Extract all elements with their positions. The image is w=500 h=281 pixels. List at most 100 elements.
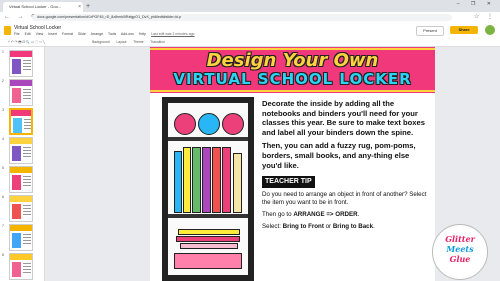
window-controls[interactable]: – ❐ ✕ bbox=[457, 1, 496, 7]
thumbnail-text-line bbox=[23, 269, 31, 270]
thumbnail-text-line bbox=[23, 92, 31, 93]
thumbnail-text-line bbox=[23, 243, 31, 244]
instructions-para1: Decorate the inside by adding all the no… bbox=[262, 99, 425, 137]
browser-menu-icon[interactable]: ☆ ⋮ bbox=[474, 13, 496, 22]
thumbnail-text-line bbox=[23, 176, 31, 177]
filmstrip-slide[interactable]: 1 bbox=[0, 49, 44, 79]
locker-illustration[interactable] bbox=[162, 97, 254, 281]
binder-blue[interactable] bbox=[174, 151, 182, 213]
thumbnail-text-line bbox=[23, 237, 31, 238]
thumbnail-text-line bbox=[23, 89, 31, 90]
filmstrip-slide[interactable]: 3 bbox=[0, 107, 44, 137]
menu-tools[interactable]: Tools bbox=[108, 32, 116, 36]
transition-button[interactable]: Transition bbox=[150, 40, 164, 44]
thumbnail-image bbox=[12, 233, 21, 248]
binder-pink[interactable] bbox=[222, 147, 231, 213]
filmstrip-slide[interactable]: 4 bbox=[0, 136, 44, 166]
present-button[interactable]: Present bbox=[416, 26, 444, 36]
slide-number: 6 bbox=[2, 195, 4, 199]
slide-number: 2 bbox=[2, 79, 4, 83]
menu-insert[interactable]: Insert bbox=[48, 32, 57, 36]
browser-tab-bar: Virtual School Locker - Goo... × + – ❐ ✕ bbox=[0, 0, 500, 12]
last-edit-link[interactable]: Last edit was 2 minutes ago bbox=[151, 32, 194, 36]
slide-title-line1[interactable]: Design Your Own bbox=[150, 50, 435, 71]
menu-format[interactable]: Format bbox=[62, 32, 73, 36]
slide-thumbnail[interactable] bbox=[9, 224, 33, 251]
pompom-pink-2[interactable] bbox=[222, 113, 244, 135]
teacher-tip-select: Select: Bring to Front or Bring to Back. bbox=[262, 223, 430, 231]
slide-thumbnail[interactable] bbox=[9, 195, 33, 222]
slide-thumbnail[interactable] bbox=[9, 108, 33, 135]
thumbnail-text-line bbox=[23, 205, 31, 206]
binder-yellow[interactable] bbox=[183, 147, 191, 213]
filmstrip-slide[interactable]: 6 bbox=[0, 194, 44, 224]
toolbar-slide-options: Background Layout Theme Transition bbox=[92, 39, 171, 46]
filmstrip-slide[interactable]: 7 bbox=[0, 223, 44, 253]
slides-logo-icon[interactable] bbox=[4, 26, 11, 35]
thumbnail-text-line bbox=[23, 211, 31, 212]
filmstrip-slide[interactable]: 2 bbox=[0, 78, 44, 108]
thumbnail-image bbox=[12, 262, 21, 277]
binder-red[interactable] bbox=[212, 147, 221, 213]
slide-canvas[interactable]: Design Your Own VIRTUAL SCHOOL LOCKER De… bbox=[150, 47, 435, 281]
logo-line1: Glitter bbox=[445, 234, 475, 244]
slide-thumbnail[interactable] bbox=[9, 79, 33, 106]
thumbnail-text-line bbox=[23, 156, 31, 157]
stacked-book-light[interactable] bbox=[180, 243, 238, 249]
thumbnail-text-line bbox=[23, 263, 31, 264]
spiral-notebook[interactable] bbox=[233, 153, 242, 213]
menu-help[interactable]: Help bbox=[139, 32, 146, 36]
thumbnail-image bbox=[12, 88, 21, 103]
toolbar-tool-icons[interactable]: + ↶ ↷ 🖶 ⊡ 🔍 ▭ ⬚ ⬭ ╲ bbox=[8, 39, 45, 46]
thumbnail-text-line bbox=[24, 125, 31, 126]
stacked-book-pink[interactable] bbox=[176, 236, 240, 242]
menu-slide[interactable]: Slide bbox=[78, 32, 86, 36]
teacher-tip-arrange: Then go to ARRANGE => ORDER. bbox=[262, 211, 430, 219]
background-button[interactable]: Background bbox=[92, 40, 110, 44]
logo-line3: Glue bbox=[449, 254, 471, 264]
thumbnail-text-line bbox=[23, 240, 31, 241]
thumbnail-text-line bbox=[23, 179, 31, 180]
thumbnail-header bbox=[10, 167, 32, 173]
slides-header: Virtual School Locker File Edit View Ins… bbox=[0, 23, 500, 39]
url-input[interactable]: docs.google.com/presentation/d/1rPGF45_r… bbox=[32, 14, 452, 21]
layout-button[interactable]: Layout bbox=[117, 40, 127, 44]
slide-thumbnail[interactable] bbox=[9, 166, 33, 193]
slide-number: 3 bbox=[2, 108, 4, 112]
menu-file[interactable]: File bbox=[14, 32, 20, 36]
slide-number: 1 bbox=[2, 50, 4, 54]
binder-purple[interactable] bbox=[202, 147, 211, 213]
pompom-blue[interactable] bbox=[198, 113, 220, 135]
browser-tab[interactable]: Virtual School Locker - Goo... × bbox=[3, 2, 83, 12]
document-title[interactable]: Virtual School Locker bbox=[14, 25, 61, 31]
new-tab-icon[interactable]: + bbox=[86, 2, 90, 11]
tab-close-icon[interactable]: × bbox=[78, 2, 81, 12]
editor-toolbar: + ↶ ↷ 🖶 ⊡ 🔍 ▭ ⬚ ⬭ ╲ Background Layout Th… bbox=[0, 39, 500, 47]
filmstrip-slide[interactable]: 8 bbox=[0, 252, 44, 281]
avatar[interactable] bbox=[485, 25, 495, 35]
pompom-pink[interactable] bbox=[174, 113, 196, 135]
binder-green[interactable] bbox=[192, 147, 201, 213]
menu-addons[interactable]: Add-ons bbox=[121, 32, 134, 36]
instructions-text[interactable]: Decorate the inside by adding all the no… bbox=[262, 99, 430, 235]
slide-title-line2[interactable]: VIRTUAL SCHOOL LOCKER bbox=[150, 70, 435, 88]
slide-thumbnail[interactable] bbox=[9, 50, 33, 77]
slide-thumbnail[interactable] bbox=[9, 253, 33, 280]
thumbnail-text-line bbox=[23, 63, 31, 64]
stacked-book-yellow[interactable] bbox=[178, 229, 240, 235]
menu-view[interactable]: View bbox=[36, 32, 44, 36]
banner-stripe-bottom bbox=[150, 90, 435, 92]
slide-number: 4 bbox=[2, 137, 4, 141]
tip-select-prefix: Select: bbox=[262, 222, 283, 230]
tip-select-suffix: . bbox=[373, 222, 375, 230]
thumbnail-text-line bbox=[23, 272, 31, 273]
filmstrip-slide[interactable]: 5 bbox=[0, 165, 44, 195]
fuzzy-rug[interactable] bbox=[174, 253, 242, 269]
slide-number: 8 bbox=[2, 253, 4, 257]
slide-thumbnail[interactable] bbox=[9, 137, 33, 164]
share-button[interactable]: Share bbox=[450, 26, 478, 34]
menu-edit[interactable]: Edit bbox=[25, 32, 31, 36]
theme-button[interactable]: Theme bbox=[133, 40, 143, 44]
tip-bring-front: Bring to Front bbox=[282, 222, 324, 230]
menu-arrange[interactable]: Arrange bbox=[91, 32, 103, 36]
